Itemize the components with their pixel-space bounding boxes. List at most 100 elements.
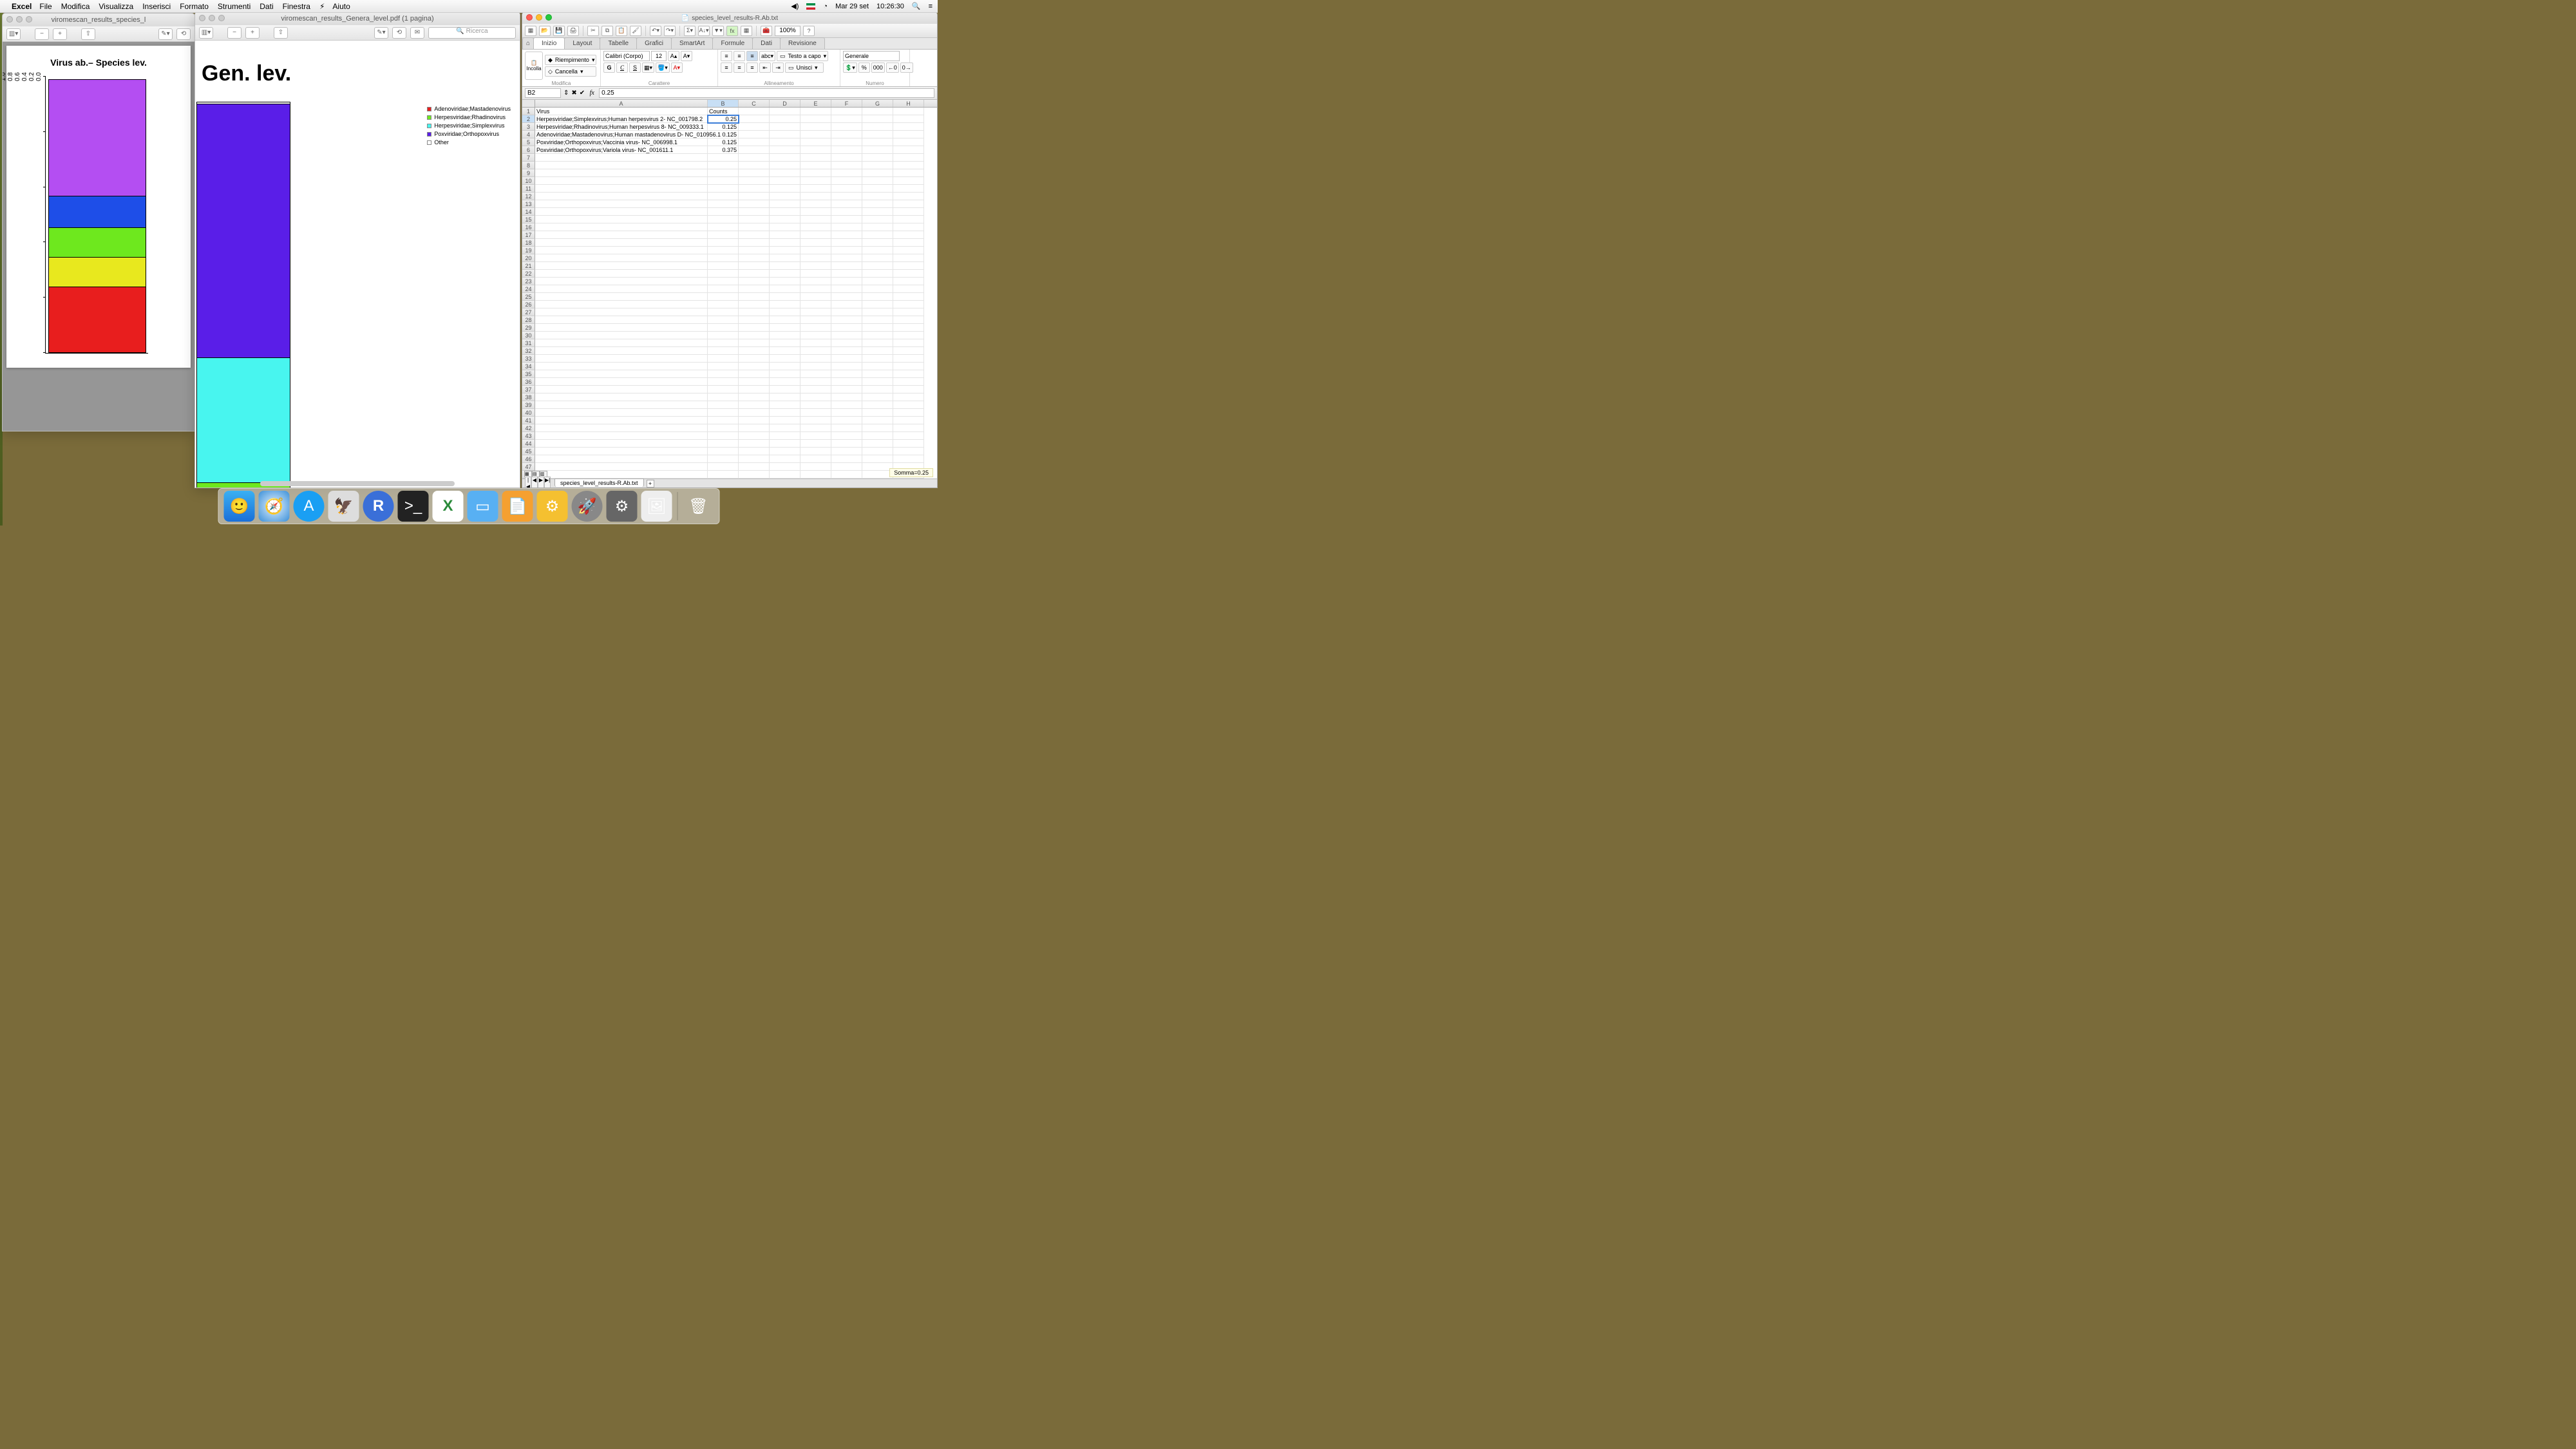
autosum-icon[interactable]: Σ▾	[684, 26, 696, 36]
flag-icon[interactable]	[806, 3, 815, 10]
menu-view[interactable]: Visualizza	[99, 2, 133, 11]
mail-icon[interactable]: 🦅	[328, 491, 359, 522]
help-icon[interactable]: ?	[803, 26, 815, 36]
safari-icon[interactable]: 🧭	[259, 491, 290, 522]
scrollbar[interactable]	[260, 481, 455, 486]
col-header-e[interactable]: E	[800, 100, 831, 107]
app-icon[interactable]: ⚙	[537, 491, 568, 522]
preview-icon[interactable]: 🖼	[641, 491, 672, 522]
menubar-date[interactable]: Mar 29 set	[835, 3, 869, 10]
menu-insert[interactable]: Inserisci	[142, 2, 171, 11]
dec-inc-button[interactable]: ←0	[886, 62, 899, 73]
grow-font-button[interactable]: A▴	[668, 51, 679, 61]
percent-button[interactable]: %	[858, 62, 870, 73]
open-icon[interactable]: 📂	[539, 26, 551, 36]
filter-icon[interactable]: ▼▾	[712, 26, 724, 36]
zoom-icon[interactable]	[545, 14, 552, 21]
zoom-icon[interactable]	[26, 16, 32, 23]
col-header-d[interactable]: D	[770, 100, 800, 107]
pages-icon[interactable]: 📄	[502, 491, 533, 522]
menu-format[interactable]: Formato	[180, 2, 209, 11]
dec-dec-button[interactable]: 0→	[900, 62, 913, 73]
zoom-field[interactable]: 100%	[775, 26, 800, 36]
show-icon[interactable]: fx	[726, 26, 738, 36]
align-center-button[interactable]: ≡	[734, 62, 745, 73]
col-header-b[interactable]: B	[708, 100, 739, 107]
close-icon[interactable]	[526, 14, 533, 21]
tab-smartart[interactable]: SmartArt	[671, 37, 713, 49]
toolbox-icon[interactable]: 🧰	[761, 26, 772, 36]
font-select[interactable]	[603, 51, 650, 61]
menubar-time[interactable]: 10:26:30	[876, 3, 904, 10]
formula-input[interactable]	[599, 88, 934, 98]
align-top-button[interactable]: ≡	[721, 51, 732, 61]
enter-icon[interactable]: ✔	[580, 90, 585, 97]
name-box[interactable]	[525, 88, 561, 98]
menu-data[interactable]: Dati	[260, 2, 273, 11]
indent-dec-button[interactable]: ⇤	[759, 62, 771, 73]
dropdown-icon[interactable]: ⇕	[564, 90, 569, 97]
search-input[interactable]: 🔍 Ricerca	[428, 27, 516, 39]
print-icon[interactable]: 🖨	[567, 26, 579, 36]
align-right-button[interactable]: ≡	[746, 62, 758, 73]
col-header-f[interactable]: F	[831, 100, 862, 107]
zoom-out-button[interactable]: −	[227, 27, 242, 39]
zoom-out-button[interactable]: −	[35, 28, 49, 40]
wrap-text-button[interactable]: ▭ Testo a capo ▾	[777, 51, 828, 61]
keynote-icon[interactable]: ▭	[468, 491, 498, 522]
markup-button[interactable]: ✎▾	[374, 27, 388, 39]
tab-nav-next[interactable]: ▶	[538, 477, 544, 489]
tab-grafici[interactable]: Grafici	[636, 37, 672, 49]
menu-file[interactable]: File	[39, 2, 52, 11]
underline-button[interactable]: S	[629, 62, 641, 73]
window-title-bar[interactable]: viromescan_results_Genera_level.pdf (1 p…	[195, 12, 520, 25]
finder-icon[interactable]: 🙂	[224, 491, 255, 522]
save-icon[interactable]: 💾	[553, 26, 565, 36]
sidebar-toggle[interactable]: ▥▾	[6, 28, 21, 40]
fill-color-button[interactable]: 🪣▾	[656, 62, 670, 73]
trash-icon[interactable]: 🗑	[683, 491, 714, 522]
tab-nav-first[interactable]: |◀	[525, 477, 531, 489]
select-all-corner[interactable]	[522, 100, 535, 107]
rotate-button[interactable]: ⟲	[392, 27, 406, 39]
comma-button[interactable]: 000	[871, 62, 885, 73]
tab-layout[interactable]: Layout	[564, 37, 600, 49]
appstore-icon[interactable]: A	[294, 491, 325, 522]
window-title-bar[interactable]: viromescan_results_species_l	[3, 14, 194, 26]
minimize-icon[interactable]	[209, 15, 215, 21]
spotlight-icon[interactable]: ◔	[823, 3, 828, 10]
tab-handle[interactable]: ⌂	[522, 37, 534, 49]
minimize-icon[interactable]	[536, 14, 542, 21]
search-icon[interactable]: 🔍	[912, 2, 921, 10]
zoom-in-button[interactable]: +	[53, 28, 67, 40]
new-icon[interactable]: ▦	[525, 26, 536, 36]
rotate-button[interactable]: ⟲	[176, 28, 191, 40]
tab-dati[interactable]: Dati	[752, 37, 781, 49]
align-mid-button[interactable]: ≡	[734, 51, 745, 61]
tab-tabelle[interactable]: Tabelle	[600, 37, 637, 49]
menu-window[interactable]: Finestra	[283, 2, 310, 11]
redo-icon[interactable]: ↷▾	[664, 26, 676, 36]
excel-icon[interactable]: X	[433, 491, 464, 522]
close-icon[interactable]	[6, 16, 13, 23]
tab-revisione[interactable]: Revisione	[780, 37, 825, 49]
italic-button[interactable]: C	[616, 62, 628, 73]
window-title-bar[interactable]: 📄species_level_results-R.Ab.txt	[522, 12, 937, 24]
tab-inizio[interactable]: Inizio	[533, 37, 565, 49]
fx-icon[interactable]: fx	[587, 90, 596, 97]
col-header-c[interactable]: C	[739, 100, 770, 107]
fill-button[interactable]: ◆ Riempimento ▾	[545, 55, 596, 65]
shrink-font-button[interactable]: A▾	[681, 51, 692, 61]
number-format-select[interactable]	[843, 51, 900, 61]
paste-button[interactable]: 📋Incolla	[525, 52, 543, 80]
menubar[interactable]: Excel File Modifica Visualizza Inserisci…	[0, 0, 938, 13]
zoom-in-button[interactable]: +	[245, 27, 260, 39]
paste-icon[interactable]: 📋	[616, 26, 627, 36]
zoom-icon[interactable]	[218, 15, 225, 21]
rstudio-icon[interactable]: R	[363, 491, 394, 522]
col-header-g[interactable]: G	[862, 100, 893, 107]
currency-button[interactable]: 💲▾	[843, 62, 857, 73]
terminal-icon[interactable]: >_	[398, 491, 429, 522]
share-button[interactable]: ⇧	[81, 28, 95, 40]
format-painter-icon[interactable]: 🖌	[630, 26, 641, 36]
